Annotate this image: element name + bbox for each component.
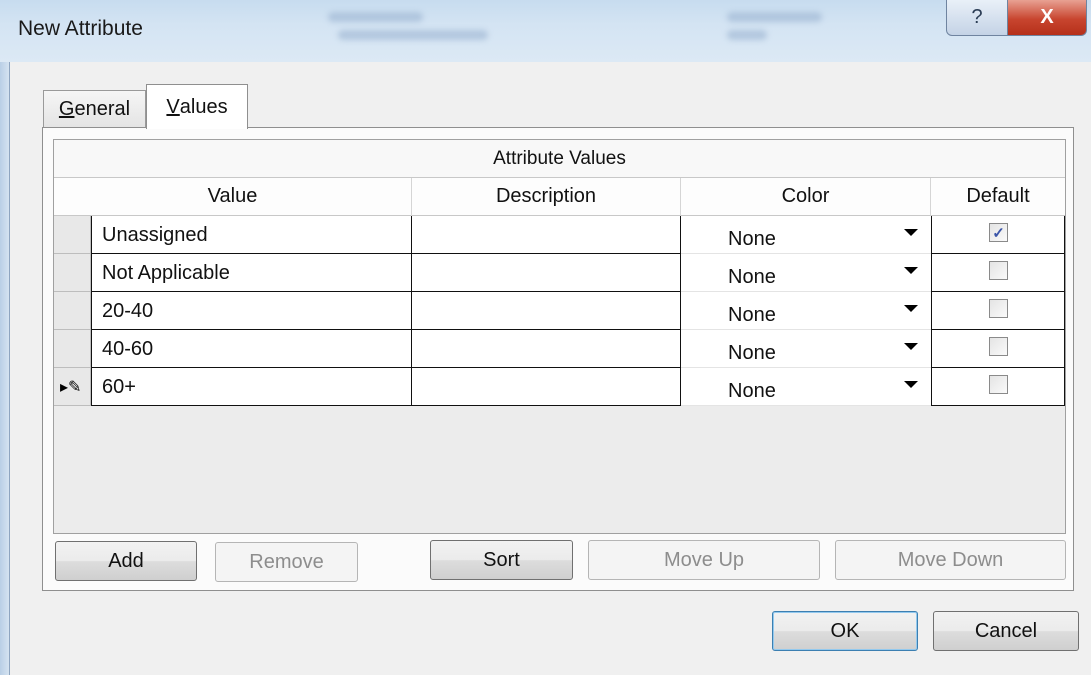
close-icon: X bbox=[1040, 6, 1054, 28]
table-row[interactable]: 20-40 None bbox=[54, 292, 1065, 330]
description-cell[interactable] bbox=[412, 216, 681, 254]
default-checkbox[interactable]: ✓ bbox=[989, 223, 1008, 242]
remove-button[interactable]: Remove bbox=[215, 542, 358, 582]
default-checkbox[interactable] bbox=[989, 261, 1008, 280]
window-frame-left bbox=[0, 62, 9, 675]
table-row[interactable]: Not Applicable None bbox=[54, 254, 1065, 292]
chevron-down-icon bbox=[904, 305, 918, 312]
value-cell[interactable]: 60+ bbox=[91, 368, 412, 406]
add-button[interactable]: Add bbox=[55, 541, 197, 581]
move-down-button[interactable]: Move Down bbox=[835, 540, 1066, 580]
row-selector[interactable] bbox=[54, 254, 91, 292]
column-header-color[interactable]: Color bbox=[681, 178, 931, 216]
row-selector[interactable] bbox=[54, 216, 91, 254]
attribute-values-grid: Attribute Values Value Description Color… bbox=[53, 139, 1066, 534]
color-selected-value: None bbox=[728, 380, 776, 402]
default-checkbox[interactable] bbox=[989, 299, 1008, 318]
value-cell[interactable]: Unassigned bbox=[91, 216, 412, 254]
help-icon: ? bbox=[971, 6, 983, 28]
default-cell: ✓ bbox=[931, 216, 1065, 254]
move-up-button[interactable]: Move Up bbox=[588, 540, 820, 580]
table-row[interactable]: Unassigned None ✓ bbox=[54, 216, 1065, 254]
row-selector[interactable]: ▸✎ bbox=[54, 368, 91, 406]
close-button[interactable]: X bbox=[1007, 0, 1087, 36]
tab-values-label: alues bbox=[179, 95, 228, 118]
ok-button[interactable]: OK bbox=[772, 611, 918, 651]
value-cell[interactable]: 20-40 bbox=[91, 292, 412, 330]
chevron-down-icon bbox=[904, 381, 918, 388]
tab-general[interactable]: General bbox=[43, 90, 146, 127]
column-header-default[interactable]: Default bbox=[931, 178, 1065, 216]
grid-caption: Attribute Values bbox=[54, 140, 1065, 178]
chevron-down-icon bbox=[904, 267, 918, 274]
help-button[interactable]: ? bbox=[946, 0, 1008, 36]
color-dropdown[interactable]: None bbox=[681, 368, 931, 406]
sort-button[interactable]: Sort bbox=[430, 540, 573, 580]
grid-column-headers: Value Description Color Default bbox=[54, 178, 1065, 216]
tab-values-accel: V bbox=[166, 95, 180, 118]
color-selected-value: None bbox=[728, 304, 776, 326]
default-checkbox[interactable] bbox=[989, 337, 1008, 356]
default-cell bbox=[931, 292, 1065, 330]
description-cell[interactable] bbox=[412, 330, 681, 368]
value-cell[interactable]: Not Applicable bbox=[91, 254, 412, 292]
chevron-down-icon bbox=[904, 343, 918, 350]
column-header-value[interactable]: Value bbox=[54, 178, 412, 216]
default-cell bbox=[931, 254, 1065, 292]
row-selector[interactable] bbox=[54, 330, 91, 368]
default-cell bbox=[931, 330, 1065, 368]
tab-general-accel: G bbox=[58, 97, 75, 120]
window-title: New Attribute bbox=[18, 17, 143, 40]
pencil-icon: ▸✎ bbox=[60, 379, 82, 396]
color-dropdown[interactable]: None bbox=[681, 292, 931, 330]
color-selected-value: None bbox=[728, 228, 776, 250]
table-row[interactable]: ▸✎ 60+ None bbox=[54, 368, 1065, 406]
chevron-down-icon bbox=[904, 229, 918, 236]
description-cell[interactable] bbox=[412, 254, 681, 292]
title-bar: New Attribute ? X bbox=[0, 0, 1091, 62]
color-selected-value: None bbox=[728, 342, 776, 364]
description-cell[interactable] bbox=[412, 292, 681, 330]
color-selected-value: None bbox=[728, 266, 776, 288]
column-header-description[interactable]: Description bbox=[412, 178, 681, 216]
cancel-button[interactable]: Cancel bbox=[933, 611, 1079, 651]
description-cell[interactable] bbox=[412, 368, 681, 406]
default-checkbox[interactable] bbox=[989, 375, 1008, 394]
value-cell[interactable]: 40-60 bbox=[91, 330, 412, 368]
color-dropdown[interactable]: None bbox=[681, 216, 931, 254]
default-cell bbox=[931, 368, 1065, 406]
color-dropdown[interactable]: None bbox=[681, 254, 931, 292]
color-dropdown[interactable]: None bbox=[681, 330, 931, 368]
tab-values[interactable]: Values bbox=[146, 84, 248, 129]
table-row[interactable]: 40-60 None bbox=[54, 330, 1065, 368]
row-selector[interactable] bbox=[54, 292, 91, 330]
tab-general-label: eneral bbox=[74, 97, 131, 120]
